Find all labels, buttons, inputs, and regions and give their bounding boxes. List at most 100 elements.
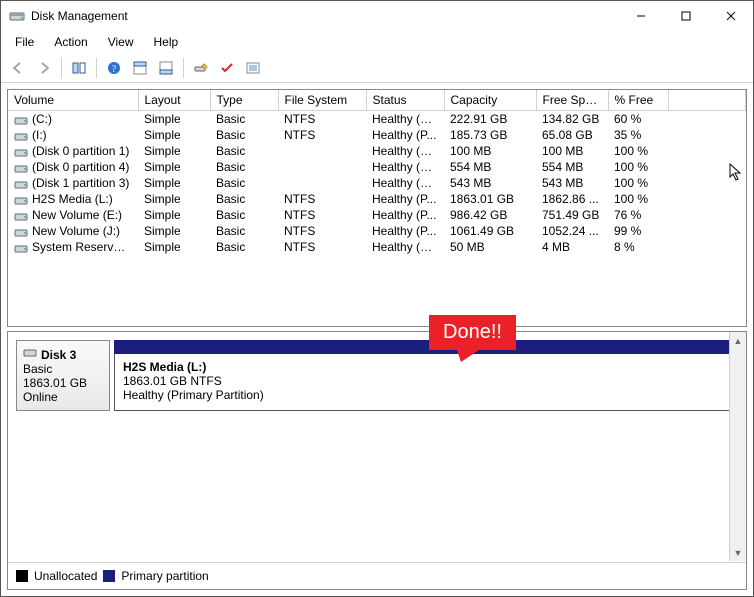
cell-volume: H2S Media (L:) bbox=[8, 191, 138, 207]
partition-size: 1863.01 GB NTFS bbox=[123, 374, 729, 388]
minimize-button[interactable] bbox=[618, 1, 663, 31]
cell-fs bbox=[278, 143, 366, 159]
disk-icon bbox=[23, 347, 37, 362]
back-button[interactable] bbox=[6, 56, 30, 80]
table-row[interactable]: New Volume (E:)SimpleBasicNTFSHealthy (P… bbox=[8, 207, 746, 223]
cell-type: Basic bbox=[210, 191, 278, 207]
cell-fs: NTFS bbox=[278, 223, 366, 239]
cell-type: Basic bbox=[210, 175, 278, 191]
cell-volume: New Volume (E:) bbox=[8, 207, 138, 223]
cell-fs: NTFS bbox=[278, 127, 366, 143]
toolbar: ? bbox=[1, 53, 753, 83]
partition-block[interactable]: H2S Media (L:) 1863.01 GB NTFS Healthy (… bbox=[114, 354, 738, 411]
disk-status: Online bbox=[23, 390, 103, 404]
cell-pct: 100 % bbox=[608, 175, 668, 191]
table-row[interactable]: H2S Media (L:)SimpleBasicNTFSHealthy (P.… bbox=[8, 191, 746, 207]
cell-volume: (Disk 0 partition 1) bbox=[8, 143, 138, 159]
menu-file[interactable]: File bbox=[5, 33, 44, 51]
close-button[interactable] bbox=[708, 1, 753, 31]
table-row[interactable]: (Disk 1 partition 3)SimpleBasicHealthy (… bbox=[8, 175, 746, 191]
cell-layout: Simple bbox=[138, 223, 210, 239]
cell-status: Healthy (B... bbox=[366, 111, 444, 128]
col-type[interactable]: Type bbox=[210, 90, 278, 111]
disk-size: 1863.01 GB bbox=[23, 376, 103, 390]
cell-pct: 100 % bbox=[608, 143, 668, 159]
col-volume[interactable]: Volume bbox=[8, 90, 138, 111]
volume-icon bbox=[14, 163, 28, 173]
titlebar: Disk Management bbox=[1, 1, 753, 31]
cell-fs: NTFS bbox=[278, 239, 366, 255]
cell-pct: 100 % bbox=[608, 159, 668, 175]
cell-fs bbox=[278, 159, 366, 175]
col-capacity[interactable]: Capacity bbox=[444, 90, 536, 111]
cell-status: Healthy (A... bbox=[366, 239, 444, 255]
partition-status: Healthy (Primary Partition) bbox=[123, 388, 729, 402]
window-title: Disk Management bbox=[31, 9, 618, 23]
disk-type: Basic bbox=[23, 362, 103, 376]
cell-pct: 60 % bbox=[608, 111, 668, 128]
table-row[interactable]: New Volume (J:)SimpleBasicNTFSHealthy (P… bbox=[8, 223, 746, 239]
table-row[interactable]: (Disk 0 partition 4)SimpleBasicHealthy (… bbox=[8, 159, 746, 175]
action-wand-button[interactable] bbox=[189, 56, 213, 80]
table-row[interactable]: (C:)SimpleBasicNTFSHealthy (B...222.91 G… bbox=[8, 111, 746, 128]
col-pctfree[interactable]: % Free bbox=[608, 90, 668, 111]
menu-help[interactable]: Help bbox=[144, 33, 189, 51]
volume-table[interactable]: Volume Layout Type File System Status Ca… bbox=[8, 90, 746, 255]
table-row[interactable]: (I:)SimpleBasicNTFSHealthy (P...185.73 G… bbox=[8, 127, 746, 143]
cell-capacity: 554 MB bbox=[444, 159, 536, 175]
cell-capacity: 185.73 GB bbox=[444, 127, 536, 143]
cell-layout: Simple bbox=[138, 111, 210, 128]
cell-layout: Simple bbox=[138, 143, 210, 159]
col-free[interactable]: Free Spa... bbox=[536, 90, 608, 111]
table-row[interactable]: System Reserved (...SimpleBasicNTFSHealt… bbox=[8, 239, 746, 255]
cell-capacity: 543 MB bbox=[444, 175, 536, 191]
cell-pct: 100 % bbox=[608, 191, 668, 207]
help-button[interactable]: ? bbox=[102, 56, 126, 80]
cell-type: Basic bbox=[210, 127, 278, 143]
volume-icon bbox=[14, 131, 28, 141]
col-filesystem[interactable]: File System bbox=[278, 90, 366, 111]
cell-free: 543 MB bbox=[536, 175, 608, 191]
volume-icon bbox=[14, 243, 28, 253]
legend-unallocated: Unallocated bbox=[34, 569, 97, 583]
disk-partition-map: H2S Media (L:) 1863.01 GB NTFS Healthy (… bbox=[114, 340, 738, 411]
cell-type: Basic bbox=[210, 111, 278, 128]
menu-view[interactable]: View bbox=[98, 33, 144, 51]
settings-top-button[interactable] bbox=[128, 56, 152, 80]
scroll-up-icon[interactable]: ▲ bbox=[730, 332, 746, 349]
list-button[interactable] bbox=[241, 56, 265, 80]
table-row[interactable]: (Disk 0 partition 1)SimpleBasicHealthy (… bbox=[8, 143, 746, 159]
cell-free: 4 MB bbox=[536, 239, 608, 255]
partition-color-bar bbox=[114, 340, 738, 354]
col-blank[interactable] bbox=[668, 90, 746, 111]
cell-pct: 99 % bbox=[608, 223, 668, 239]
forward-button[interactable] bbox=[32, 56, 56, 80]
column-header-row: Volume Layout Type File System Status Ca… bbox=[8, 90, 746, 111]
cell-pct: 8 % bbox=[608, 239, 668, 255]
cell-capacity: 1061.49 GB bbox=[444, 223, 536, 239]
cell-free: 554 MB bbox=[536, 159, 608, 175]
cell-status: Healthy (R... bbox=[366, 175, 444, 191]
cell-status: Healthy (P... bbox=[366, 223, 444, 239]
menu-action[interactable]: Action bbox=[44, 33, 97, 51]
cell-status: Healthy (P... bbox=[366, 191, 444, 207]
cell-free: 751.49 GB bbox=[536, 207, 608, 223]
col-layout[interactable]: Layout bbox=[138, 90, 210, 111]
maximize-button[interactable] bbox=[663, 1, 708, 31]
settings-bottom-button[interactable] bbox=[154, 56, 178, 80]
volume-icon bbox=[14, 147, 28, 157]
cell-status: Healthy (R... bbox=[366, 159, 444, 175]
col-status[interactable]: Status bbox=[366, 90, 444, 111]
cell-pct: 76 % bbox=[608, 207, 668, 223]
cell-fs bbox=[278, 175, 366, 191]
cell-capacity: 100 MB bbox=[444, 143, 536, 159]
scroll-down-icon[interactable]: ▼ bbox=[730, 544, 746, 561]
disk-label[interactable]: Disk 3 Basic 1863.01 GB Online bbox=[16, 340, 110, 411]
check-button[interactable] bbox=[215, 56, 239, 80]
cell-capacity: 1863.01 GB bbox=[444, 191, 536, 207]
vertical-scrollbar[interactable]: ▲ ▼ bbox=[729, 332, 746, 561]
cell-type: Basic bbox=[210, 143, 278, 159]
cell-capacity: 50 MB bbox=[444, 239, 536, 255]
show-hide-console-button[interactable] bbox=[67, 56, 91, 80]
cell-capacity: 986.42 GB bbox=[444, 207, 536, 223]
